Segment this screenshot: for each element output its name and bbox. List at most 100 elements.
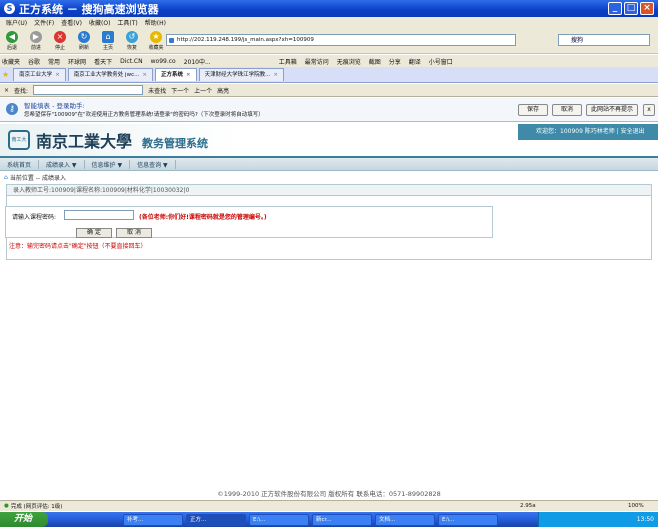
notify-message: 您希望保存"100909"在"欢迎使用正方教务管理系统!请登录"的密码吗?（下次… <box>24 112 264 118</box>
refresh-icon: ↻ <box>78 30 90 43</box>
menu-favorites[interactable]: 收藏(O) <box>89 18 110 27</box>
fav-item[interactable]: 工具箱 <box>279 57 297 66</box>
fav-item[interactable]: 收藏夹 <box>2 57 20 66</box>
back-label: 后退 <box>6 44 17 51</box>
restore-icon: ↺ <box>126 30 138 43</box>
fav-item[interactable]: wo99.co <box>151 58 176 65</box>
close-notify-button[interactable]: x <box>643 104 655 116</box>
tab-zhengfang[interactable]: 正方系统 × <box>154 68 197 81</box>
welcome-text[interactable]: 欢迎您：100909 陈巧林老师 | 安全退出 <box>518 124 658 140</box>
fav-item[interactable]: 无痕浏览 <box>337 57 361 66</box>
window-title: 正方系统 － 搜狗高速浏览器 <box>19 2 159 16</box>
menu-bar: 账户(U) 文件(F) 查看(V) 收藏(O) 工具(T) 帮助(H) <box>0 17 658 28</box>
breadcrumb: ⌂ 当前位置 -- 成绩录入 <box>0 172 658 183</box>
fav-item[interactable]: 小号窗口 <box>429 57 453 66</box>
find-input[interactable] <box>33 85 144 95</box>
menu-tools[interactable]: 工具(T) <box>117 18 137 27</box>
stop-label: 停止 <box>54 44 65 51</box>
never-remind-button[interactable]: 此网站不再提示 <box>586 104 638 116</box>
close-tab-icon[interactable]: × <box>273 69 278 81</box>
close-tab-icon[interactable]: × <box>186 69 191 81</box>
fav-item[interactable]: 常用 <box>48 57 60 66</box>
menu-account[interactable]: 账户(U) <box>6 18 27 27</box>
password-hint: (各位老师:你们好!课程密码就是您的管理编号。) <box>139 214 267 221</box>
password-label: 请输入课程密码: <box>12 214 57 221</box>
address-bar[interactable]: http://202.119.248.199/js_main.aspx?xh=1… <box>166 34 516 46</box>
close-tab-icon[interactable]: × <box>142 69 147 81</box>
fav-item[interactable]: 看天下 <box>94 57 112 66</box>
clock[interactable]: 13:50 <box>637 516 654 523</box>
forward-arrow-icon: ▶ <box>30 30 42 43</box>
find-next-button[interactable]: 下一个 <box>171 86 189 95</box>
fav-item[interactable]: 谷歌 <box>28 57 40 66</box>
close-window-button[interactable]: × <box>640 2 654 15</box>
task-item[interactable]: E:\... <box>438 513 498 526</box>
taskbar: 开始 补考... 正方... E:\... 新cr... 文档... E:\..… <box>0 512 658 527</box>
task-item[interactable]: 文档... <box>375 513 435 526</box>
speed-indicator: 2.95a <box>520 503 536 509</box>
menu-file[interactable]: 文件(F) <box>34 18 54 27</box>
refresh-button[interactable]: ↻ 刷新 <box>72 30 96 51</box>
favorites-bar: 收藏夹 谷歌 常用 环球网 看天下 Dict.CN wo99.co 2010中.… <box>0 55 658 67</box>
maximize-button[interactable]: □ <box>624 2 638 15</box>
stop-icon: × <box>54 30 66 43</box>
zoom-level[interactable]: 100% <box>628 503 644 509</box>
fav-item[interactable]: 翻译 <box>409 57 421 66</box>
minimize-button[interactable]: _ <box>608 2 622 15</box>
find-prev-button[interactable]: 上一个 <box>194 86 212 95</box>
start-button[interactable]: 开始 <box>0 512 48 527</box>
tab-label: 南京工业大学教务处 jwc... <box>73 72 140 78</box>
fav-item[interactable]: 分享 <box>389 57 401 66</box>
confirm-button[interactable]: 确 定 <box>76 228 112 238</box>
tab-jwc[interactable]: 南京工业大学教务处 jwc... × <box>67 68 153 81</box>
system-name: 教务管理系统 <box>142 137 208 150</box>
nav-info-maintain[interactable]: 信息维护 ▼ <box>85 159 131 169</box>
nav-home[interactable]: 系统首页 <box>0 159 40 169</box>
highlight-button[interactable]: 高亮 <box>217 86 229 95</box>
home-button[interactable]: ⌂ 主页 <box>96 30 120 51</box>
task-item[interactable]: 正方... <box>186 513 246 526</box>
find-bar: × 查找: 未查找 下一个 上一个 高亮 <box>0 84 658 97</box>
find-button[interactable]: 未查找 <box>148 86 166 95</box>
cancel-password-button[interactable]: 取消 <box>552 104 582 116</box>
save-password-button[interactable]: 保存 <box>518 104 548 116</box>
fav-item[interactable]: 环球网 <box>68 57 86 66</box>
tab-njtech[interactable]: 南京工业大学 × <box>13 68 66 81</box>
course-header: 录入教师工号:100909|课程名称:100909|材料化学|10030032|… <box>7 185 651 196</box>
star-icon[interactable]: ★ <box>2 70 9 79</box>
fav-item[interactable]: 2010中... <box>184 57 211 66</box>
tab-bar: ★ 南京工业大学 × 南京工业大学教务处 jwc... × 正方系统 × 天津财经大学… <box>0 67 658 83</box>
task-item[interactable]: E:\... <box>249 513 309 526</box>
tab-label: 正方系统 <box>160 72 183 78</box>
notice-text: 注意：输完密码请点击"确定"按钮（不要直接回车） <box>9 243 147 250</box>
nav-bar: 系统首页 成绩录入 ▼ 信息维护 ▼ 信息查询 ▼ <box>0 158 658 171</box>
restore-button[interactable]: ↺ 恢复 <box>120 30 144 51</box>
nav-info-query[interactable]: 信息查询 ▼ <box>130 159 176 169</box>
stop-button[interactable]: × 停止 <box>48 30 72 51</box>
refresh-label: 刷新 <box>78 44 89 51</box>
back-button[interactable]: ◀ 后退 <box>0 30 24 51</box>
nav-grade-entry[interactable]: 成绩录入 ▼ <box>39 159 85 169</box>
search-input[interactable]: 搜狗 <box>558 34 650 46</box>
cancel-button[interactable]: 取 消 <box>116 228 152 238</box>
course-password-input[interactable] <box>64 210 134 220</box>
fav-item[interactable]: 截图 <box>369 57 381 66</box>
task-item[interactable]: 补考... <box>123 513 183 526</box>
fav-item[interactable]: Dict.CN <box>120 58 143 65</box>
home-label: 主页 <box>102 44 113 51</box>
task-item[interactable]: 新cr... <box>312 513 372 526</box>
favorites-button[interactable]: ★ 收藏夹 <box>144 30 168 51</box>
key-icon: ⚷ <box>6 103 18 115</box>
forward-label: 前进 <box>30 44 41 51</box>
forward-button[interactable]: ▶ 前进 <box>24 30 48 51</box>
breadcrumb-text: 当前位置 -- 成绩录入 <box>9 175 66 182</box>
university-name: 南京工業大學 <box>36 132 133 151</box>
fav-item[interactable]: 最常访问 <box>305 57 329 66</box>
menu-help[interactable]: 帮助(H) <box>145 18 166 27</box>
menu-view[interactable]: 查看(V) <box>61 18 82 27</box>
notify-title: 智能填表 - 登录助手: <box>24 102 85 110</box>
tab-tianjin[interactable]: 天津财经大学珠江学院教... × <box>198 68 284 81</box>
close-findbar-icon[interactable]: × <box>4 87 9 94</box>
close-tab-icon[interactable]: × <box>55 69 60 81</box>
tab-label: 南京工业大学 <box>19 72 53 78</box>
